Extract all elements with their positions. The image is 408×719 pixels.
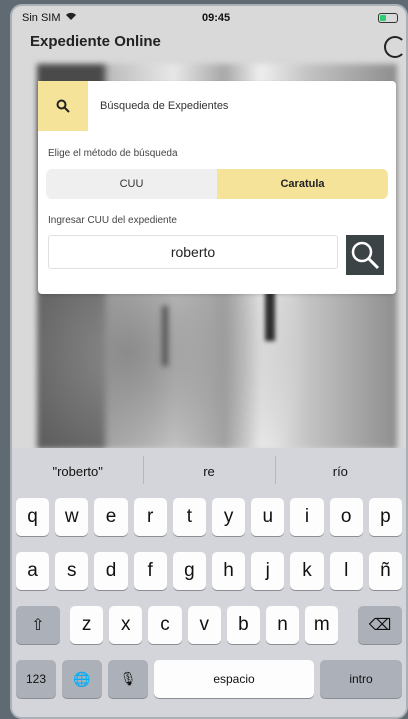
key-s[interactable]: s: [55, 552, 89, 590]
backspace-key[interactable]: ⌫: [358, 606, 402, 644]
return-key[interactable]: intro: [320, 660, 402, 698]
status-time: 09:45: [202, 12, 231, 24]
microphone-icon[interactable]: 🎙: [108, 660, 148, 698]
search-method-selector: CUU Caratula: [46, 169, 388, 199]
search-header-icon: [38, 81, 88, 131]
key-k[interactable]: k: [290, 552, 324, 590]
key-c[interactable]: c: [148, 606, 182, 644]
battery-icon: [378, 13, 398, 23]
suggestion-item[interactable]: "roberto": [12, 464, 143, 479]
key-y[interactable]: y: [212, 498, 246, 536]
segment-cuu[interactable]: CUU: [46, 169, 217, 199]
search-card: Búsqueda de Expedientes Elige el método …: [38, 81, 396, 294]
key-u[interactable]: u: [251, 498, 285, 536]
key-p[interactable]: p: [368, 498, 402, 536]
segment-caratula[interactable]: Caratula: [217, 169, 388, 199]
search-button[interactable]: [346, 235, 384, 275]
key-l[interactable]: l: [329, 552, 363, 590]
key-ñ[interactable]: ñ: [368, 552, 402, 590]
key-b[interactable]: b: [226, 606, 260, 644]
key-h[interactable]: h: [212, 552, 246, 590]
key-e[interactable]: e: [94, 498, 128, 536]
key-g[interactable]: g: [172, 552, 206, 590]
suggestion-bar: "roberto" re río: [12, 448, 406, 494]
key-d[interactable]: d: [94, 552, 128, 590]
key-w[interactable]: w: [55, 498, 89, 536]
key-o[interactable]: o: [329, 498, 363, 536]
key-n[interactable]: n: [266, 606, 300, 644]
numbers-key[interactable]: 123: [16, 660, 56, 698]
search-icon: [351, 241, 380, 270]
carrier-text: Sin SIM: [22, 12, 61, 24]
key-v[interactable]: v: [187, 606, 221, 644]
search-input[interactable]: roberto: [48, 235, 338, 269]
key-x[interactable]: x: [109, 606, 143, 644]
space-key[interactable]: espacio: [154, 660, 314, 698]
status-bar: Sin SIM 09:45: [12, 6, 406, 30]
key-m[interactable]: m: [305, 606, 339, 644]
input-label: Ingresar CUU del expediente: [48, 215, 177, 226]
key-r[interactable]: r: [133, 498, 167, 536]
card-title: Búsqueda de Expedientes: [100, 100, 229, 112]
key-t[interactable]: t: [172, 498, 206, 536]
key-z[interactable]: z: [70, 606, 104, 644]
suggestion-item[interactable]: río: [274, 455, 406, 484]
key-a[interactable]: a: [16, 552, 50, 590]
key-i[interactable]: i: [290, 498, 324, 536]
suggestion-item[interactable]: re: [143, 455, 274, 484]
key-j[interactable]: j: [251, 552, 285, 590]
key-q[interactable]: q: [16, 498, 50, 536]
shift-key[interactable]: ⇧: [16, 606, 60, 644]
method-label: Elige el método de búsqueda: [48, 148, 178, 159]
wifi-icon: [65, 12, 77, 24]
page-title: Expediente Online: [30, 33, 161, 50]
globe-icon[interactable]: 🌐: [62, 660, 102, 698]
background-detail: [162, 306, 168, 366]
phone-screen: Sin SIM 09:45 Expediente Online Búsqueda…: [12, 6, 406, 717]
key-f[interactable]: f: [133, 552, 167, 590]
refresh-icon[interactable]: [384, 36, 406, 58]
keyboard: "roberto" re río q w e r t y u i o p a s d f g h j k l ñ ⇧ z x…: [12, 448, 406, 717]
